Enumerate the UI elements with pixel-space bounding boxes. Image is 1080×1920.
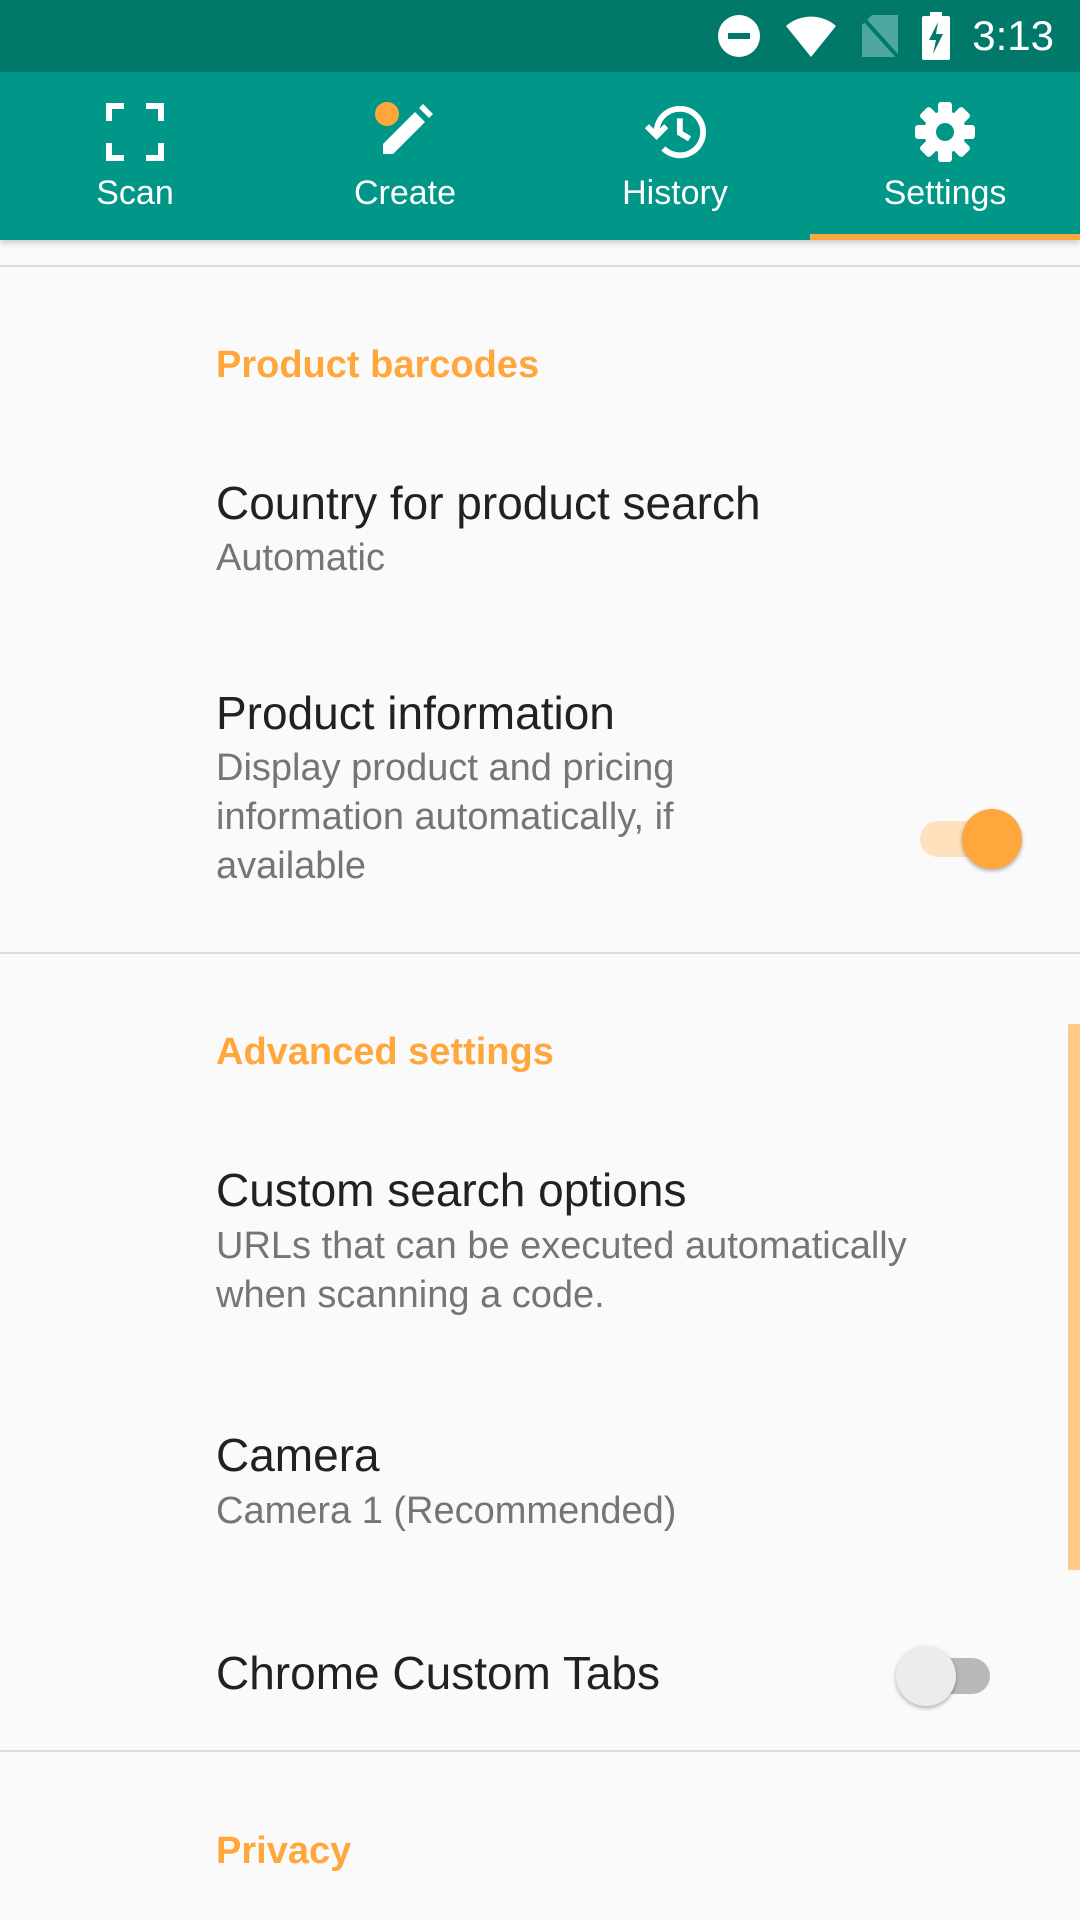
pref-summary-line: available [216, 845, 366, 887]
switch-thumb [962, 809, 1022, 869]
pref-chrome-custom-tabs[interactable]: Chrome Custom Tabs [0, 1600, 1080, 1780]
pref-summary-line: information automatically, if [216, 796, 674, 838]
battery-charging-icon [922, 12, 951, 60]
pref-summary: Automatic [216, 537, 385, 579]
tab-bar: Scan Create History Settings [0, 72, 1080, 240]
no-sim-icon [860, 13, 900, 59]
divider [0, 1750, 1080, 1752]
product-information-switch[interactable] [912, 803, 1022, 873]
chrome-custom-tabs-switch[interactable] [896, 1640, 1006, 1710]
pref-summary-line: URLs that can be executed automatically [216, 1225, 907, 1267]
pref-title: Camera [216, 1429, 380, 1481]
pref-summary: Camera 1 (Recommended) [216, 1490, 677, 1532]
pref-country-for-product-search[interactable]: Country for product search Automatic [0, 440, 1080, 630]
pref-summary-line: when scanning a code. [216, 1274, 605, 1316]
pref-product-information[interactable]: Product information Display product and … [0, 650, 1080, 1170]
divider [0, 265, 1080, 267]
pref-summary: Display product and pricing information … [216, 744, 674, 891]
tab-create[interactable]: Create [270, 72, 540, 240]
do-not-disturb-icon [716, 13, 762, 59]
category-product-barcodes: Product barcodes [216, 344, 540, 386]
pref-title: Product information [216, 687, 615, 739]
pref-title: Custom search options [216, 1164, 687, 1216]
tab-settings-label: Settings [883, 174, 1007, 212]
status-time: 3:13 [972, 12, 1054, 59]
tab-create-label: Create [353, 174, 457, 212]
pref-title: Country for product search [216, 477, 761, 529]
tab-scan-label: Scan [96, 174, 174, 212]
scan-icon [103, 100, 167, 164]
tab-history[interactable]: History [540, 72, 810, 240]
settings-list: Product barcodes Country for product sea… [0, 240, 1080, 1920]
pref-camera[interactable]: Camera Camera 1 (Recommended) [0, 1390, 1080, 1590]
pencil-icon [373, 100, 437, 164]
pref-summary: URLs that can be executed automatically … [216, 1222, 907, 1320]
tab-history-label: History [622, 174, 728, 212]
scrollbar[interactable] [1068, 1024, 1080, 1570]
switch-thumb [896, 1646, 956, 1706]
wifi-icon [784, 14, 838, 58]
history-icon [643, 100, 707, 164]
tab-settings[interactable]: Settings [810, 72, 1080, 240]
pref-title: Chrome Custom Tabs [216, 1647, 660, 1699]
pref-summary-line: Display product and pricing [216, 747, 675, 789]
divider [0, 952, 1080, 954]
gear-icon [913, 100, 977, 164]
pref-custom-search-options[interactable]: Custom search options URLs that can be e… [0, 1125, 1080, 1375]
category-advanced-settings: Advanced settings [216, 1031, 554, 1073]
status-bar: 3:13 [0, 0, 1080, 72]
tab-scan[interactable]: Scan [0, 72, 270, 240]
category-privacy: Privacy [216, 1830, 352, 1872]
